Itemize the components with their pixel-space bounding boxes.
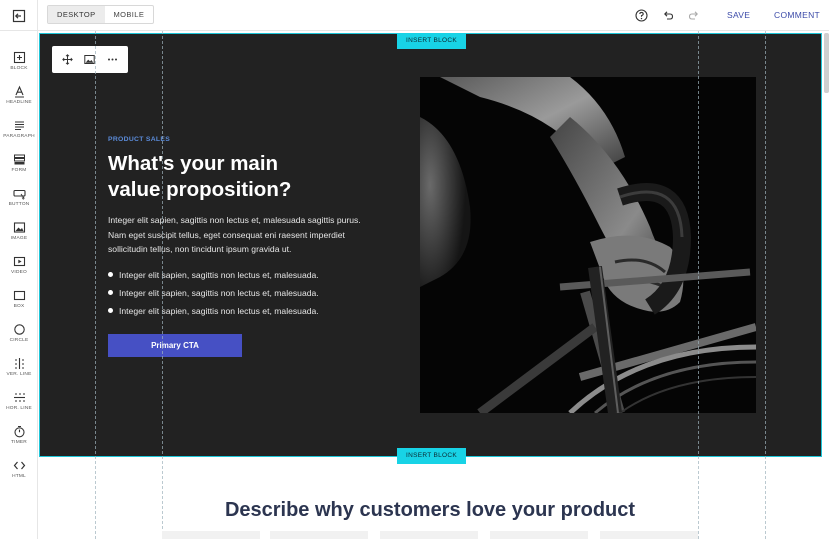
save-button[interactable]: SAVE xyxy=(727,10,750,20)
tool-block-label: BLOCK xyxy=(10,66,28,71)
placeholder-bar xyxy=(270,531,368,539)
tool-timer-label: TIMER xyxy=(11,440,27,445)
tool-video-label: VIDEO xyxy=(11,270,27,275)
cyclist-photo-illustration xyxy=(420,77,756,413)
top-toolbar: DESKTOP MOBILE SAVE COMMENT xyxy=(0,0,829,31)
timer-icon xyxy=(13,425,25,438)
tool-form-label: FORM xyxy=(11,168,27,173)
circle-icon xyxy=(13,324,25,335)
tool-vertical-line[interactable]: VER. LINE xyxy=(0,357,38,387)
tool-circle[interactable]: CIRCLE xyxy=(0,323,38,353)
element-sidebar: BLOCK HEADLINE PARAGRAPH FORM BUTTON IMA… xyxy=(0,31,38,539)
help-icon[interactable] xyxy=(634,8,648,22)
tool-video[interactable]: VIDEO xyxy=(0,255,38,285)
placeholder-bar xyxy=(490,531,588,539)
layout-guide xyxy=(95,31,96,539)
block-icon xyxy=(13,51,25,64)
undo-icon[interactable] xyxy=(661,8,675,22)
tool-horizontal-line[interactable]: HOR. LINE xyxy=(0,391,38,421)
tool-headline[interactable]: HEADLINE xyxy=(0,85,38,115)
insert-block-bottom-button[interactable]: INSERT BLOCK xyxy=(397,448,467,464)
button-icon xyxy=(12,189,26,200)
hero-cyclist-image[interactable] xyxy=(420,77,756,413)
box-icon xyxy=(13,290,25,301)
tool-box-label: BOX xyxy=(13,304,25,309)
editor-canvas[interactable]: PRODUCT SALES What's your main value pro… xyxy=(38,31,829,539)
view-mode-toggle: DESKTOP MOBILE xyxy=(47,5,155,24)
tool-image-label: IMAGE xyxy=(10,236,28,241)
tool-button-label: BUTTON xyxy=(8,202,30,207)
insert-block-top-button[interactable]: INSERT BLOCK xyxy=(397,33,467,49)
hero-headline[interactable]: What's your main value proposition? xyxy=(108,151,348,203)
tool-circle-label: CIRCLE xyxy=(9,338,29,343)
placeholder-bar xyxy=(162,531,260,539)
move-icon[interactable] xyxy=(62,54,73,65)
tool-html[interactable]: HTML xyxy=(0,459,38,489)
horizontal-line-icon xyxy=(13,393,25,402)
image-icon xyxy=(13,222,25,233)
video-icon xyxy=(13,256,25,267)
desktop-view-tab[interactable]: DESKTOP xyxy=(48,6,105,23)
eyebrow-text[interactable]: PRODUCT SALES xyxy=(108,136,170,143)
hero-section[interactable]: PRODUCT SALES What's your main value pro… xyxy=(39,33,822,457)
hero-headline-line-1: What's your main xyxy=(108,152,279,175)
form-icon xyxy=(13,154,25,165)
redo-icon[interactable] xyxy=(687,8,701,22)
html-icon xyxy=(13,461,25,470)
tool-image[interactable]: IMAGE xyxy=(0,221,38,251)
headline-icon xyxy=(14,85,24,98)
tool-paragraph[interactable]: PARAGRAPH xyxy=(0,119,38,149)
more-options-icon[interactable] xyxy=(107,54,118,65)
placeholder-bar xyxy=(380,531,478,539)
mobile-view-tab[interactable]: MOBILE xyxy=(105,6,154,23)
bullet-item: Integer elit sapien, sagittis non lectus… xyxy=(108,287,319,305)
background-image-icon[interactable] xyxy=(84,54,96,65)
bullet-item: Integer elit sapien, sagittis non lectus… xyxy=(108,305,319,323)
layout-guide xyxy=(698,31,699,539)
layout-guide xyxy=(162,31,163,539)
tool-horizontal-line-label: HOR. LINE xyxy=(6,406,32,411)
exit-icon xyxy=(12,9,25,22)
section-2-heading[interactable]: Describe why customers love your product xyxy=(38,499,822,522)
tool-timer[interactable]: TIMER xyxy=(0,425,38,455)
vertical-line-icon xyxy=(15,358,23,369)
tool-form[interactable]: FORM xyxy=(0,153,38,183)
bullet-item: Integer elit sapien, sagittis non lectus… xyxy=(108,269,319,287)
exit-editor-button[interactable] xyxy=(0,0,38,31)
layout-guide xyxy=(765,31,766,539)
tool-block[interactable]: BLOCK xyxy=(0,51,38,81)
hero-bullet-list[interactable]: Integer elit sapien, sagittis non lectus… xyxy=(108,269,319,323)
comment-button[interactable]: COMMENT xyxy=(774,10,820,20)
tool-html-label: HTML xyxy=(12,474,26,479)
tool-box[interactable]: BOX xyxy=(0,289,38,319)
hero-headline-line-2: value proposition? xyxy=(108,178,292,201)
canvas-scrollbar[interactable] xyxy=(824,33,829,93)
tool-button[interactable]: BUTTON xyxy=(0,187,38,217)
tool-paragraph-label: PARAGRAPH xyxy=(3,134,35,139)
primary-cta-button[interactable]: Primary CTA xyxy=(108,334,242,357)
block-mini-toolbar xyxy=(52,46,128,73)
tool-vertical-line-label: VER. LINE xyxy=(6,372,32,377)
paragraph-icon xyxy=(14,121,24,131)
hero-body-paragraph[interactable]: Integer elit sapien, sagittis non lectus… xyxy=(108,213,378,257)
tool-headline-label: HEADLINE xyxy=(6,100,32,105)
placeholder-bar xyxy=(600,531,698,539)
